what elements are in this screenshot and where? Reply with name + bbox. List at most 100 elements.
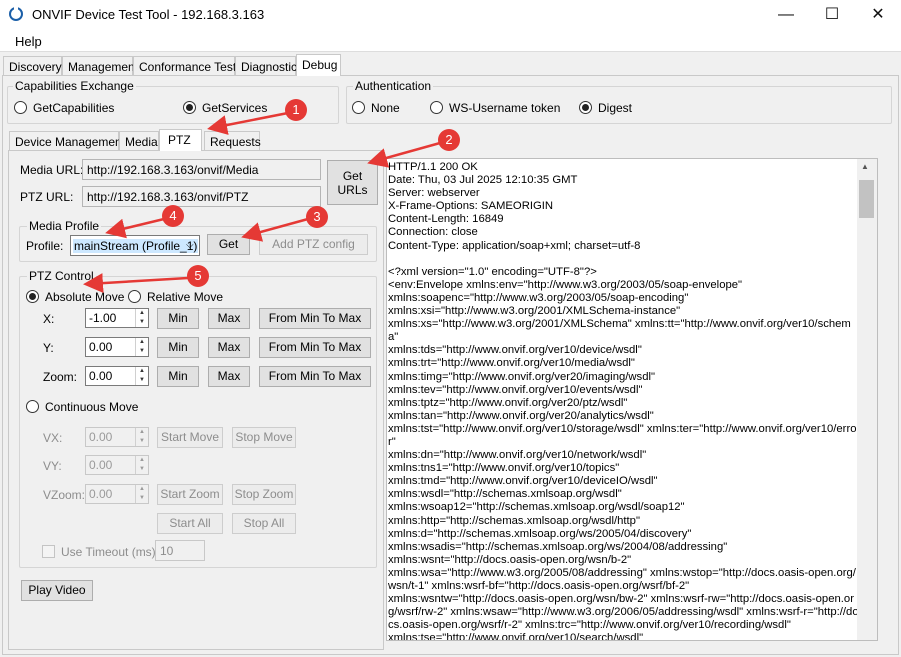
radio-continuous-move[interactable] (26, 400, 39, 413)
ptz-url-field[interactable]: http://192.168.3.163/onvif/PTZ (82, 186, 321, 207)
radio-absolute-move[interactable] (26, 290, 39, 303)
y-label: Y: (43, 341, 54, 355)
y-value: 0.00 (89, 340, 113, 354)
profile-label: Profile: (26, 239, 64, 253)
vzoom-label: VZoom: (43, 488, 86, 502)
spin-arrows-icon[interactable]: ▲ ▼ (135, 309, 148, 327)
vx-stepper[interactable]: 0.00 ▲ ▼ (85, 427, 149, 447)
vzoom-stepper[interactable]: 0.00 ▲ ▼ (85, 484, 149, 504)
use-timeout-checkbox[interactable] (42, 545, 55, 558)
annotation-badge-5: 5 (187, 265, 209, 287)
vx-label: VX: (43, 431, 63, 445)
radio-getcapabilities[interactable] (14, 101, 27, 114)
tab-management[interactable]: Management (62, 56, 138, 76)
auth-none-label: None (371, 101, 400, 115)
get-profile-button[interactable]: Get (207, 234, 250, 255)
x-value: -1.00 (89, 311, 117, 325)
start-zoom-button[interactable]: Start Zoom (157, 484, 223, 505)
response-text: HTTP/1.1 200 OK Date: Thu, 03 Jul 2025 1… (388, 161, 859, 641)
play-video-button[interactable]: Play Video (21, 580, 93, 601)
x-label: X: (43, 312, 55, 326)
get-urls-button[interactable]: Get URLs (327, 160, 378, 205)
zoom-max-button[interactable]: Max (208, 366, 250, 387)
x-stepper[interactable]: -1.00 ▲ ▼ (85, 308, 149, 328)
zoom-min-button[interactable]: Min (157, 366, 199, 387)
get-urls-label-line2: URLs (337, 183, 368, 197)
spin-arrows-icon[interactable]: ▲ ▼ (135, 367, 148, 385)
vy-value: 0.00 (89, 458, 113, 472)
radio-auth-ws-username[interactable] (430, 101, 443, 114)
media-profile-title: Media Profile (27, 219, 102, 233)
app-logo-icon (9, 6, 23, 21)
zoom-from-min-to-max-button[interactable]: From Min To Max (259, 366, 371, 387)
annotation-badge-4: 4 (162, 205, 184, 227)
radio-relative-move[interactable] (128, 290, 141, 303)
auth-ws-username-label: WS-Username token (449, 101, 561, 115)
spin-arrows-icon[interactable]: ▲ ▼ (135, 428, 148, 446)
menu-bar: Help (0, 30, 901, 52)
tab-diagnostic[interactable]: Diagnostic (235, 56, 297, 76)
add-ptz-config-button[interactable]: Add PTZ config (259, 234, 368, 255)
y-min-button[interactable]: Min (157, 337, 199, 358)
annotation-badge-3: 3 (306, 206, 328, 228)
close-icon[interactable]: ✕ (855, 0, 901, 30)
media-url-field[interactable]: http://192.168.3.163/onvif/Media (82, 159, 321, 180)
capabilities-title: Capabilities Exchange (13, 79, 136, 93)
title-bar: ONVIF Device Test Tool - 192.168.3.163 —… (0, 0, 901, 30)
zoom-value: 0.00 (89, 369, 113, 383)
start-move-button[interactable]: Start Move (157, 427, 223, 448)
radio-auth-none[interactable] (352, 101, 365, 114)
chevron-down-icon: ⌵ (186, 240, 194, 251)
y-stepper[interactable]: 0.00 ▲ ▼ (85, 337, 149, 357)
response-textbox[interactable]: HTTP/1.1 200 OK Date: Thu, 03 Jul 2025 1… (386, 158, 878, 641)
stop-all-button[interactable]: Stop All (232, 513, 296, 534)
vy-label: VY: (43, 459, 62, 473)
stop-move-button[interactable]: Stop Move (232, 427, 296, 448)
tab-debug[interactable]: Debug (296, 54, 341, 76)
vy-stepper[interactable]: 0.00 ▲ ▼ (85, 455, 149, 475)
authentication-title: Authentication (353, 79, 434, 93)
tab-requests[interactable]: Requests (204, 131, 261, 151)
scroll-up-icon[interactable]: ▲ (861, 162, 869, 171)
tab-ptz[interactable]: PTZ (159, 129, 202, 151)
start-all-button[interactable]: Start All (157, 513, 223, 534)
zoom-stepper[interactable]: 0.00 ▲ ▼ (85, 366, 149, 386)
x-from-min-to-max-button[interactable]: From Min To Max (259, 308, 371, 329)
vx-value: 0.00 (89, 430, 113, 444)
get-urls-label-line1: Get (342, 169, 363, 183)
use-timeout-label: Use Timeout (ms) (61, 545, 156, 559)
ptz-url-label: PTZ URL: (20, 190, 74, 204)
annotation-badge-2: 2 (438, 129, 460, 151)
minimize-icon[interactable]: — (763, 0, 809, 30)
getcapabilities-label: GetCapabilities (33, 101, 115, 115)
radio-getservices[interactable] (183, 101, 196, 114)
vzoom-value: 0.00 (89, 487, 113, 501)
profile-select-value: mainStream (Profile_1) (73, 239, 199, 253)
tab-conformance-test[interactable]: Conformance Test (133, 56, 236, 76)
relative-move-label: Relative Move (147, 290, 224, 304)
spin-arrows-icon[interactable]: ▲ ▼ (135, 456, 148, 474)
ptz-control-title: PTZ Control (27, 269, 96, 283)
tab-device-management[interactable]: Device Management (9, 131, 125, 151)
stop-zoom-button[interactable]: Stop Zoom (232, 484, 296, 505)
x-min-button[interactable]: Min (157, 308, 199, 329)
tab-discovery[interactable]: Discovery (3, 56, 62, 76)
annotation-badge-1: 1 (285, 99, 307, 121)
y-from-min-to-max-button[interactable]: From Min To Max (259, 337, 371, 358)
maximize-icon[interactable]: ☐ (809, 0, 855, 30)
radio-auth-digest[interactable] (579, 101, 592, 114)
auth-digest-label: Digest (598, 101, 633, 115)
getservices-label: GetServices (202, 101, 268, 115)
response-scroll-thumb[interactable] (859, 180, 874, 218)
media-url-label: Media URL: (20, 163, 84, 177)
menu-help[interactable]: Help (15, 34, 42, 49)
response-scrollbar[interactable] (857, 159, 877, 640)
zoom-label: Zoom: (43, 370, 78, 384)
spin-arrows-icon[interactable]: ▲ ▼ (135, 338, 148, 356)
timeout-input[interactable]: 10 (155, 540, 205, 561)
profile-select[interactable]: mainStream (Profile_1) ⌵ (70, 235, 200, 256)
tab-media[interactable]: Media (119, 131, 159, 151)
y-max-button[interactable]: Max (208, 337, 250, 358)
x-max-button[interactable]: Max (208, 308, 250, 329)
spin-arrows-icon[interactable]: ▲ ▼ (135, 485, 148, 503)
